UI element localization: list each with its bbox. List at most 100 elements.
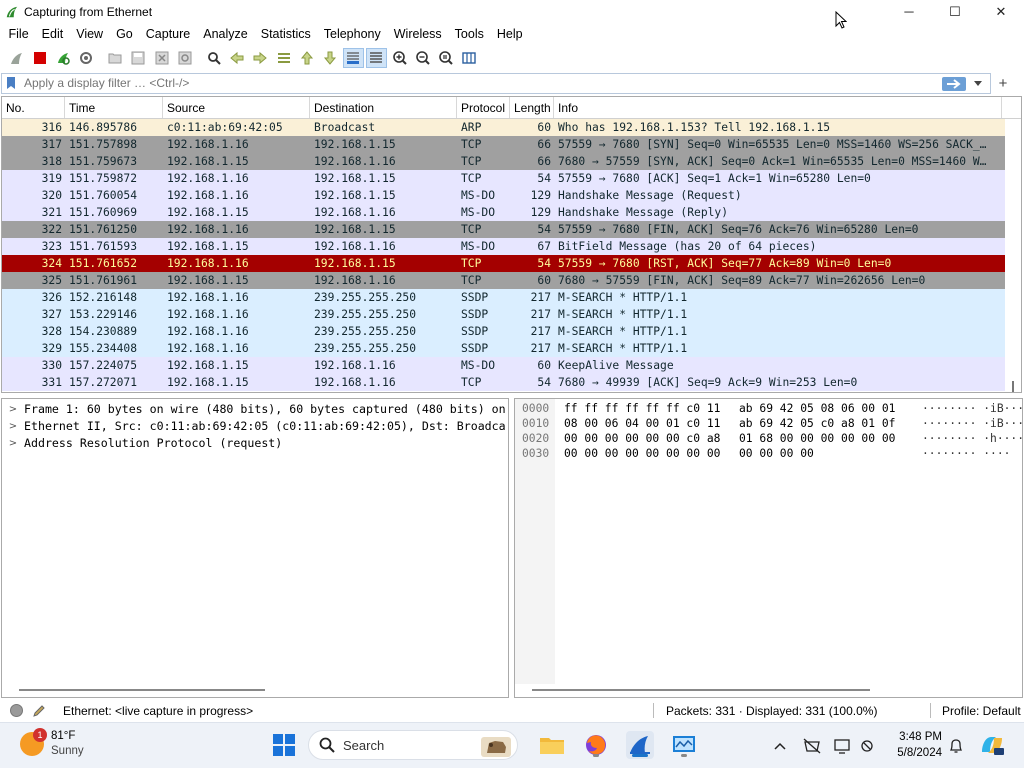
capture-options-button[interactable] xyxy=(76,48,97,68)
expand-arrow-icon[interactable]: > xyxy=(2,435,24,452)
menu-view[interactable]: View xyxy=(70,27,110,41)
packet-row[interactable]: 324 151.761652 192.168.1.16 192.168.1.15 TCP… xyxy=(2,255,1021,272)
running-indicator xyxy=(681,754,687,757)
column-header-time[interactable]: Time xyxy=(65,97,163,118)
packet-cell-len: 217 xyxy=(530,291,551,304)
byte-row[interactable]: 0010 08 00 06 04 00 01 c0 11 ab 69 42 05 c… xyxy=(515,416,1022,431)
filter-history-dropdown[interactable] xyxy=(971,76,985,92)
menu-file[interactable]: File xyxy=(2,27,35,41)
packet-cell-len: 60 xyxy=(537,359,551,372)
column-header-length[interactable]: Length xyxy=(510,97,554,118)
find-packet-button[interactable] xyxy=(204,48,225,68)
packet-cell-time: 151.761961 xyxy=(69,274,138,287)
menu-statistics[interactable]: Statistics xyxy=(254,27,317,41)
autoscroll-button[interactable] xyxy=(342,48,364,68)
packet-row[interactable]: 316 146.895786 c0:11:ab:69:42:05 Broadcast A… xyxy=(2,119,1021,136)
start-button[interactable] xyxy=(270,731,298,759)
packet-row[interactable]: 330 157.224075 192.168.1.15 192.168.1.16 MS-… xyxy=(2,357,1021,374)
apply-filter-button[interactable] xyxy=(942,76,966,91)
packet-row[interactable]: 326 152.216148 192.168.1.16 239.255.255.250… xyxy=(2,289,1021,306)
packet-list-scrollbar[interactable] xyxy=(1005,119,1021,392)
maximize-button[interactable]: ☐ xyxy=(932,0,978,23)
go-last-button[interactable] xyxy=(319,48,340,68)
menu-analyze[interactable]: Analyze xyxy=(197,27,254,41)
menu-capture[interactable]: Capture xyxy=(139,27,196,41)
display-icon[interactable] xyxy=(833,736,853,756)
packet-row[interactable]: 325 151.761961 192.168.1.15 192.168.1.16 TCP… xyxy=(2,272,1021,289)
zoom-in-button[interactable] xyxy=(389,48,410,68)
profile-switcher[interactable]: Profile: Default xyxy=(942,704,1021,718)
column-header-protocol[interactable]: Protocol xyxy=(457,97,510,118)
packet-row[interactable]: 318 151.759673 192.168.1.15 192.168.1.16 TCP… xyxy=(2,153,1021,170)
go-back-button[interactable] xyxy=(227,48,248,68)
display-filter-input[interactable] xyxy=(20,74,920,92)
column-header-info[interactable]: Info xyxy=(554,97,1002,118)
packet-row[interactable]: 328 154.230889 192.168.1.16 239.255.255.250… xyxy=(2,323,1021,340)
tray-overflow-chevron-icon[interactable] xyxy=(770,736,790,756)
packet-row[interactable]: 331 157.272071 192.168.1.15 192.168.1.16 TCP… xyxy=(2,374,1021,391)
packet-row[interactable]: 327 153.229146 192.168.1.16 239.255.255.250… xyxy=(2,306,1021,323)
menu-telephony[interactable]: Telephony xyxy=(317,27,387,41)
resize-columns-button[interactable] xyxy=(459,48,480,68)
capture-comment-icon[interactable] xyxy=(31,704,47,718)
stop-capture-button[interactable] xyxy=(29,48,50,68)
packet-row[interactable]: 320 151.760054 192.168.1.16 192.168.1.15 MS-… xyxy=(2,187,1021,204)
packet-cell-dst: 192.168.1.16 xyxy=(314,359,396,372)
filter-bookmark-button[interactable] xyxy=(2,74,20,93)
column-header-source[interactable]: Source xyxy=(163,97,310,118)
zoom-normal-button[interactable] xyxy=(435,48,456,68)
open-file-button[interactable] xyxy=(105,48,126,68)
weather-widget[interactable]: 1 81°F Sunny xyxy=(20,728,84,759)
colorize-button[interactable] xyxy=(365,48,387,68)
column-header-no[interactable]: No. xyxy=(2,97,65,118)
close-button[interactable]: ✕ xyxy=(978,0,1024,23)
expand-arrow-icon[interactable]: > xyxy=(2,418,24,435)
sound-settings-icon[interactable] xyxy=(859,736,879,756)
menu-wireless[interactable]: Wireless xyxy=(387,27,448,41)
packet-row[interactable]: 321 151.760969 192.168.1.15 192.168.1.16 MS-… xyxy=(2,204,1021,221)
restart-capture-button[interactable] xyxy=(52,48,73,68)
taskbar-search[interactable]: Search xyxy=(308,730,518,760)
firefox-taskbar-button[interactable] xyxy=(582,731,610,759)
wireshark-taskbar-button[interactable] xyxy=(626,731,654,759)
byte-row[interactable]: 0000 ff ff ff ff ff ff c0 11 ab 69 42 05 0… xyxy=(515,401,1022,416)
file-explorer-taskbar-button[interactable] xyxy=(538,731,566,759)
copilot-icon[interactable] xyxy=(980,733,1004,757)
save-file-button[interactable] xyxy=(128,48,149,68)
scrollbar-thumb[interactable] xyxy=(1012,381,1014,392)
expert-info-led-icon[interactable] xyxy=(10,704,23,717)
packet-row[interactable]: 317 151.757898 192.168.1.16 192.168.1.15 TCP… xyxy=(2,136,1021,153)
byte-row[interactable]: 0020 00 00 00 00 00 00 c0 a8 01 68 00 00 0… xyxy=(515,431,1022,446)
detail-row-frame[interactable]: > Frame 1: 60 bytes on wire (480 bits), … xyxy=(2,401,508,418)
go-first-button[interactable] xyxy=(296,48,317,68)
packet-row[interactable]: 322 151.761250 192.168.1.16 192.168.1.15 TCP… xyxy=(2,221,1021,238)
menu-go[interactable]: Go xyxy=(110,27,140,41)
notification-bell-icon[interactable] xyxy=(946,736,966,756)
start-capture-button[interactable] xyxy=(6,48,27,68)
bytes-horizontal-scrollbar[interactable] xyxy=(532,689,870,691)
go-last-icon xyxy=(323,51,337,65)
minimize-button[interactable]: ─ xyxy=(886,0,932,23)
menu-edit[interactable]: Edit xyxy=(35,27,70,41)
close-file-button[interactable] xyxy=(151,48,172,68)
menu-tools[interactable]: Tools xyxy=(448,27,490,41)
add-filter-button-plus-icon[interactable]: + xyxy=(991,75,1015,92)
packet-row[interactable]: 329 155.234408 192.168.1.16 239.255.255.250… xyxy=(2,340,1021,357)
go-to-packet-button[interactable] xyxy=(273,48,294,68)
details-horizontal-scrollbar[interactable] xyxy=(19,689,265,691)
detail-row-arp[interactable]: > Address Resolution Protocol (request) xyxy=(2,435,508,452)
packet-row[interactable]: 319 151.759872 192.168.1.16 192.168.1.15 TCP… xyxy=(2,170,1021,187)
column-header-destination[interactable]: Destination xyxy=(310,97,457,118)
network-app-taskbar-button[interactable] xyxy=(670,731,698,759)
packet-row[interactable]: 323 151.761593 192.168.1.15 192.168.1.16 MS-… xyxy=(2,238,1021,255)
expand-arrow-icon[interactable]: > xyxy=(2,401,24,418)
reload-file-button[interactable] xyxy=(174,48,195,68)
go-forward-button[interactable] xyxy=(250,48,271,68)
zoom-out-button[interactable] xyxy=(412,48,433,68)
menu-help[interactable]: Help xyxy=(490,27,529,41)
zoom-in-icon xyxy=(392,51,407,65)
byte-row[interactable]: 0030 00 00 00 00 00 00 00 00 00 00 00 00 ··… xyxy=(515,446,1022,461)
network-status-icon[interactable] xyxy=(802,736,822,756)
system-clock[interactable]: 3:48 PM 5/8/2024 xyxy=(886,729,942,761)
detail-row-ethernet[interactable]: > Ethernet II, Src: c0:11:ab:69:42:05 (c… xyxy=(2,418,508,435)
